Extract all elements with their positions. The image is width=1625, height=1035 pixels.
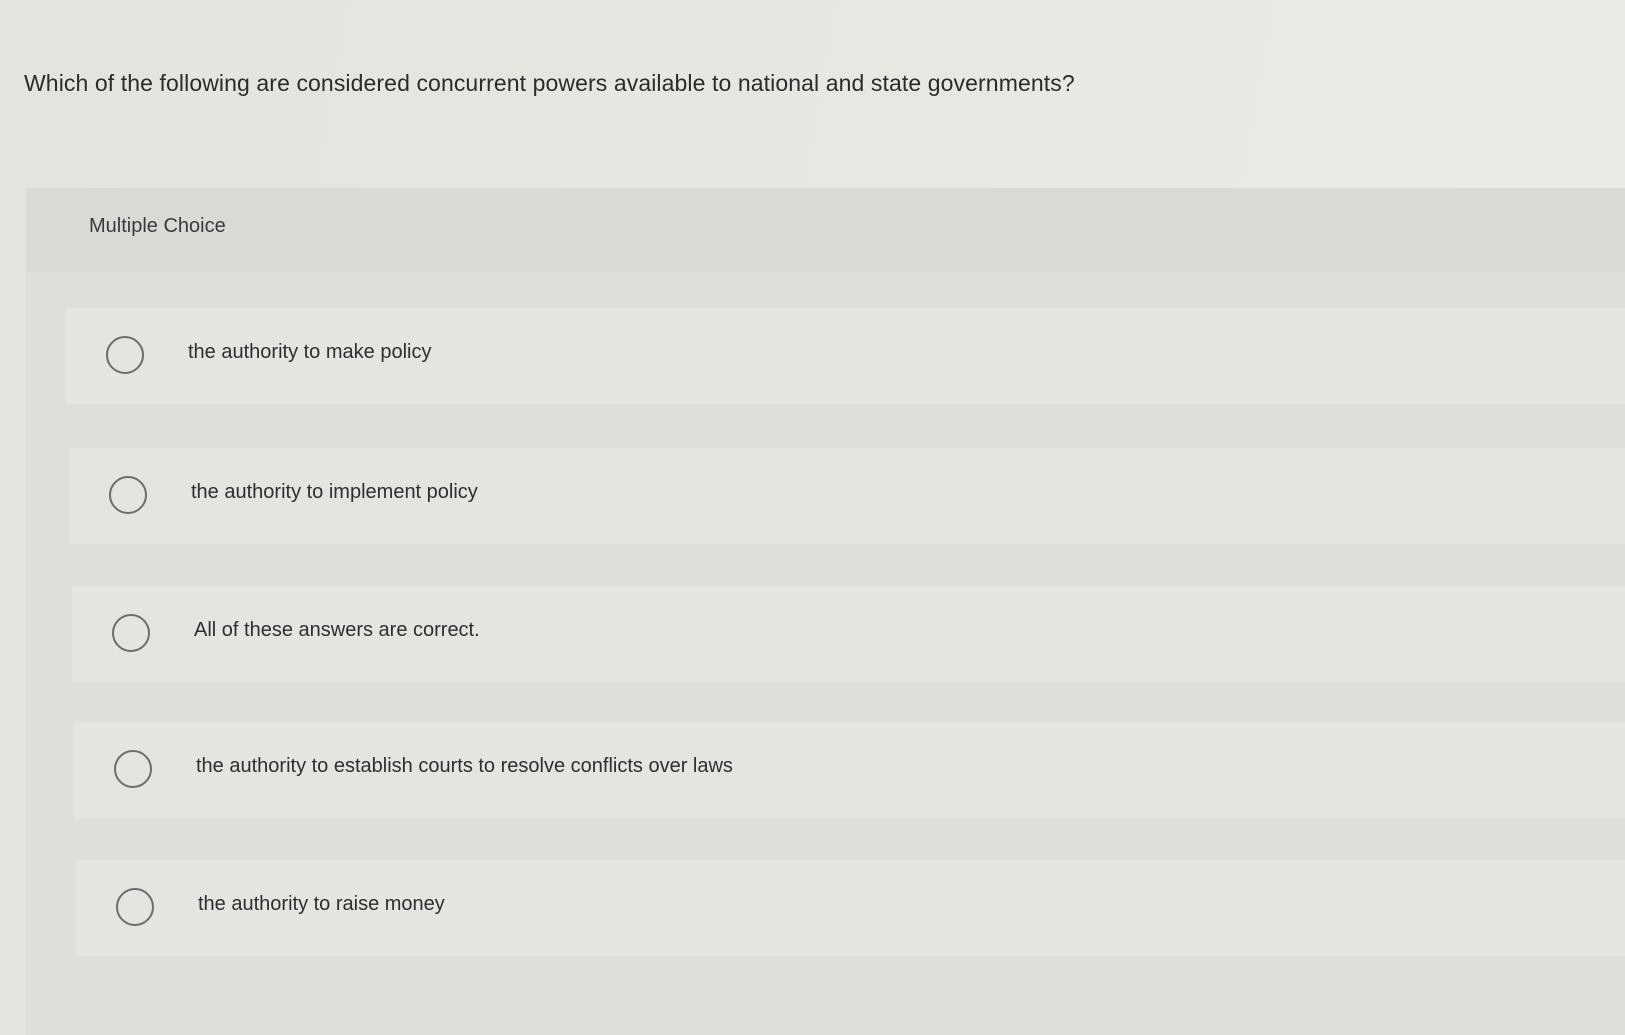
radio-circle-icon[interactable]: [112, 614, 150, 652]
option-raise-money[interactable]: the authority to raise money: [76, 860, 1625, 956]
radio-circle-icon[interactable]: [116, 888, 154, 926]
option-establish-courts[interactable]: the authority to establish courts to res…: [74, 722, 1625, 818]
radio-circle-icon[interactable]: [109, 476, 147, 514]
option-label: the authority to establish courts to res…: [196, 755, 733, 777]
radio-circle-icon[interactable]: [106, 336, 144, 374]
options-list: the authority to make policy the authori…: [26, 272, 1625, 1035]
question-page: Which of the following are considered co…: [0, 0, 1625, 1035]
question-text: Which of the following are considered co…: [24, 70, 1075, 96]
multiple-choice-label: Multiple Choice: [89, 215, 226, 237]
option-make-policy[interactable]: the authority to make policy: [66, 308, 1625, 404]
radio-circle-icon[interactable]: [114, 750, 152, 788]
option-label: the authority to implement policy: [191, 481, 478, 503]
option-label: the authority to raise money: [198, 893, 445, 915]
option-label: the authority to make policy: [188, 341, 432, 363]
option-label: All of these answers are correct.: [194, 619, 480, 641]
multiple-choice-panel: Multiple Choice the authority to make po…: [26, 188, 1625, 1035]
option-all-correct[interactable]: All of these answers are correct.: [72, 586, 1625, 682]
multiple-choice-header: Multiple Choice: [26, 188, 1625, 272]
option-implement-policy[interactable]: the authority to implement policy: [69, 448, 1625, 544]
